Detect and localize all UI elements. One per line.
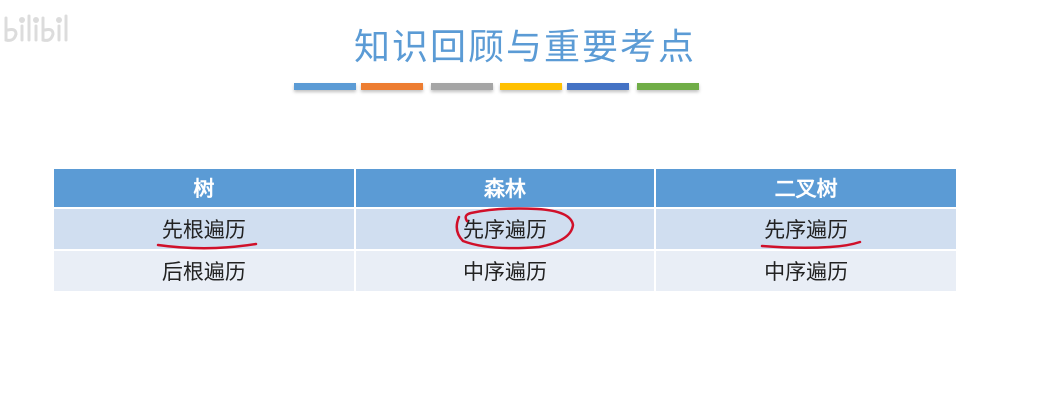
table-row: 先根遍历 先序遍历 先序遍历 xyxy=(54,207,956,250)
table-row: 后根遍历 中序遍历 中序遍历 xyxy=(54,249,956,291)
cell-text: 先序遍历 xyxy=(462,218,547,242)
comparison-table: 树 森林 二叉树 先根遍历 先序遍历 先序遍历 后根遍历 中序遍历 中序遍历 xyxy=(54,169,956,291)
header-binary-tree: 二叉树 xyxy=(655,169,956,208)
table-cell: 先根遍历 xyxy=(54,207,356,250)
table-cell: 后根遍历 xyxy=(54,249,356,291)
accent-bar xyxy=(294,83,356,90)
slide-title: 知识回顾与重要考点 xyxy=(353,27,696,68)
table-cell: 先序遍历 xyxy=(655,207,956,250)
table-cell: 中序遍历 xyxy=(655,249,956,291)
accent-bar xyxy=(361,83,423,90)
table-cell: 中序遍历 xyxy=(354,249,657,291)
accent-bar xyxy=(567,83,629,90)
header-forest: 森林 xyxy=(354,169,657,208)
accent-bar xyxy=(637,83,699,90)
table-cell: 先序遍历 xyxy=(354,207,657,250)
cell-text: 先序遍历 xyxy=(764,218,849,242)
accent-bar xyxy=(500,83,562,90)
header-tree: 树 xyxy=(54,169,356,208)
cell-text: 先根遍历 xyxy=(161,218,246,242)
table-header-row: 树 森林 二叉树 xyxy=(54,169,956,208)
accent-bar xyxy=(431,83,493,90)
